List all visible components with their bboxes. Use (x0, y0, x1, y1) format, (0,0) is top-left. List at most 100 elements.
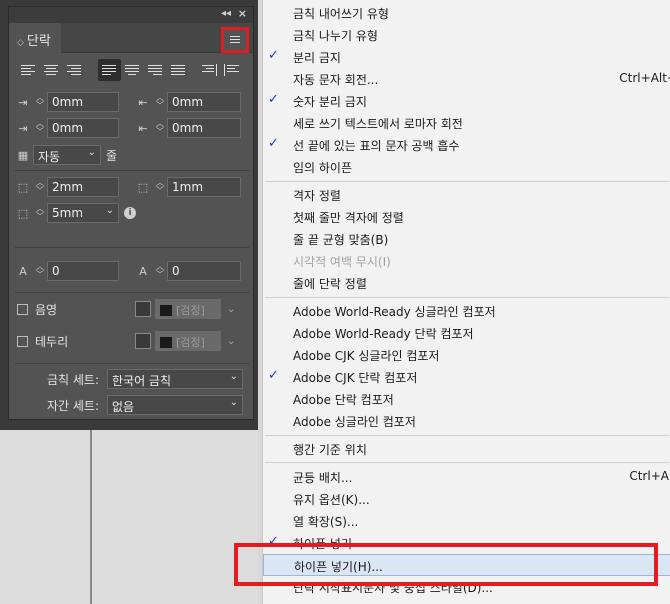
menu-item-no-break[interactable]: ✓ 분리 금지 (263, 46, 670, 68)
drop-cap-chars-stepper[interactable]: ︿ ﹀ (153, 261, 167, 281)
chevron-down-icon[interactable]: ⌄ (227, 304, 235, 315)
first-line-indent-input[interactable] (47, 118, 119, 138)
align-away-from-spine-button[interactable] (221, 59, 244, 81)
menu-item-single-line-composer[interactable]: Adobe 싱글라인 컴포저 (263, 410, 670, 432)
menu-item-first-line-grid[interactable]: 첫째 줄만 격자에 정렬 (263, 206, 670, 228)
left-indent-input[interactable] (47, 92, 119, 112)
span-dropdown[interactable]: 5mm ⌄ (47, 203, 119, 223)
alignment-buttons (17, 59, 244, 81)
last-line-indent-stepper[interactable]: ︿ ﹀ (153, 118, 167, 138)
space-before-icon: ⬚ (17, 180, 29, 194)
menu-item-no-number-break[interactable]: ✓ 숫자 분리 금지 (263, 90, 670, 112)
grid-align-dropdown[interactable]: 자동 ⌄ (33, 145, 101, 165)
check-icon: ✓ (268, 92, 279, 107)
space-before-input[interactable] (47, 177, 119, 197)
shading-label: 음영 (35, 302, 58, 317)
kinsoku-dropdown[interactable]: 한국어 금칙 ⌄ (107, 369, 243, 389)
menu-item-label: Adobe World-Ready 단락 컴포저 (293, 327, 474, 341)
check-icon: ✓ (268, 48, 279, 63)
align-right-button[interactable] (63, 59, 86, 81)
chevron-down-icon[interactable]: ⌄ (227, 336, 235, 347)
align-toward-spine-button[interactable] (198, 59, 221, 81)
space-after-row: ⬚ ︿ ﹀ (133, 177, 241, 197)
justify-right-button[interactable] (144, 59, 167, 81)
chevron-down-icon: ⌄ (229, 397, 238, 408)
close-icon[interactable]: × (238, 7, 247, 20)
menu-item-shortcut: Ctrl+Alt (629, 469, 670, 483)
hamburger-line (230, 39, 240, 40)
menu-item-label: Adobe World-Ready 싱글라인 컴포저 (293, 305, 496, 319)
menu-item-label: Adobe 싱글라인 컴포저 (293, 415, 416, 429)
menu-item-cjk-single-line-composer[interactable]: Adobe CJK 싱글라인 컴포저 (263, 344, 670, 366)
panel-flyout-menu: 금칙 내어쓰기 유형 금칙 나누기 유형 ✓ 분리 금지 자동 문자 회전... C… (262, 0, 670, 604)
border-settings-icon[interactable] (135, 333, 151, 349)
mojikumi-dropdown[interactable]: 없음 ⌄ (107, 395, 243, 415)
menu-item-balance-ragged[interactable]: 줄 끝 균형 맞춤(B) (263, 228, 670, 250)
menu-item-label: 단락 시작표시문자 및 중첩 스타일(D)... (293, 581, 493, 595)
divider (15, 247, 249, 248)
menu-item-leading-basis[interactable]: 행간 기준 위치 (263, 438, 670, 460)
info-icon[interactable]: i (124, 207, 136, 219)
menu-item-label: 선 끝에 있는 표의 문자 공백 흡수 (293, 139, 460, 153)
divider (15, 170, 249, 171)
shading-settings-icon[interactable] (135, 301, 151, 317)
menu-item-cjk-paragraph-composer[interactable]: ✓ Adobe CJK 단락 컴포저 (263, 366, 670, 388)
menu-item-grid-align[interactable]: 격자 정렬 (263, 184, 670, 206)
menu-item-optional-hyphen[interactable]: 임의 하이픈 (263, 156, 670, 178)
shading-checkbox[interactable] (17, 303, 28, 315)
menu-item-wr-paragraph-composer[interactable]: Adobe World-Ready 단락 컴포저 (263, 322, 670, 344)
right-indent-input[interactable] (167, 92, 241, 112)
justify-all-button[interactable] (167, 59, 190, 81)
right-indent-row: ⇤ ︿ ﹀ (133, 92, 241, 112)
menu-item-auto-tcy[interactable]: 자동 문자 회전... Ctrl+Alt+ (263, 68, 670, 90)
menu-item-rotate-roman[interactable]: 세로 쓰기 텍스트에서 로마자 회전 (263, 112, 670, 134)
menu-item-label: 균등 배치... (293, 471, 353, 485)
menu-item-paragraph-composer[interactable]: Adobe 단락 컴포저 (263, 388, 670, 410)
menu-item-label: 줄 끝 균형 맞춤(B) (293, 233, 389, 247)
collapse-icon[interactable]: ◂◂ (221, 8, 231, 19)
shading-color-dropdown[interactable]: [검정] (155, 299, 221, 319)
border-color-dropdown[interactable]: [검정] (155, 331, 221, 351)
menu-item-drop-caps-nested-styles[interactable]: 단락 시작표시문자 및 중첩 스타일(D)... (263, 576, 670, 598)
menu-item-span-columns[interactable]: 열 확장(S)... (263, 510, 670, 532)
menu-item-justification[interactable]: 균등 배치... Ctrl+Alt (263, 466, 670, 488)
menu-item-align-to-line[interactable]: 줄에 단락 정렬 (263, 272, 670, 294)
panel-tab-row: ◇ 단락 (9, 23, 253, 53)
drop-cap-lines-stepper[interactable]: ︿ ﹀ (33, 261, 47, 281)
align-center-button[interactable] (40, 59, 63, 81)
menu-separator (265, 297, 669, 298)
check-icon: ✓ (268, 534, 279, 549)
menu-item-kinsoku-break[interactable]: 금칙 나누기 유형 (263, 24, 670, 46)
menu-item-hyphenation-settings[interactable]: 하이픈 넣기(H)... (263, 554, 670, 576)
menu-item-label: Adobe 단락 컴포저 (293, 393, 394, 407)
menu-item-label: 자동 문자 회전... (293, 73, 379, 87)
border-color-value: [검정] (176, 336, 205, 349)
span-stepper[interactable]: ︿ ﹀ (33, 203, 47, 223)
justify-center-button[interactable] (121, 59, 144, 81)
drop-cap-chars-input[interactable] (167, 261, 241, 281)
menu-item-wr-single-line-composer[interactable]: Adobe World-Ready 싱글라인 컴포저 (263, 300, 670, 322)
grid-align-row: ▦ 자동 ⌄ 줄 (13, 145, 117, 165)
panel-menu-button[interactable] (221, 27, 249, 53)
space-before-stepper[interactable]: ︿ ﹀ (33, 177, 47, 197)
first-line-indent-stepper[interactable]: ︿ ﹀ (33, 118, 47, 138)
menu-item-label: 분리 금지 (293, 51, 341, 65)
border-checkbox[interactable] (17, 335, 28, 347)
last-line-indent-row: ⇤ ︿ ﹀ (133, 118, 241, 138)
menu-item-absorb-space[interactable]: ✓ 선 끝에 있는 표의 문자 공백 흡수 (263, 134, 670, 156)
left-indent-stepper[interactable]: ︿ ﹀ (33, 92, 47, 112)
menu-item-label: Adobe CJK 싱글라인 컴포저 (293, 349, 440, 363)
drop-cap-lines-input[interactable] (47, 261, 119, 281)
tab-paragraph[interactable]: ◇ 단락 (9, 23, 61, 53)
menu-item-label: 금칙 내어쓰기 유형 (293, 7, 389, 21)
justify-left-button[interactable] (98, 59, 121, 81)
space-after-stepper[interactable]: ︿ ﹀ (153, 177, 167, 197)
last-line-indent-input[interactable] (167, 118, 241, 138)
space-after-input[interactable] (167, 177, 241, 197)
menu-item-kinsoku-hang[interactable]: 금칙 내어쓰기 유형 (263, 2, 670, 24)
right-indent-stepper[interactable]: ︿ ﹀ (153, 92, 167, 112)
grid-align-unit: 줄 (106, 148, 118, 163)
menu-item-keep-options[interactable]: 유지 옵션(K)... (263, 488, 670, 510)
menu-item-hyphenate[interactable]: ✓ 하이픈 넣기 (263, 532, 670, 554)
align-left-button[interactable] (17, 59, 40, 81)
